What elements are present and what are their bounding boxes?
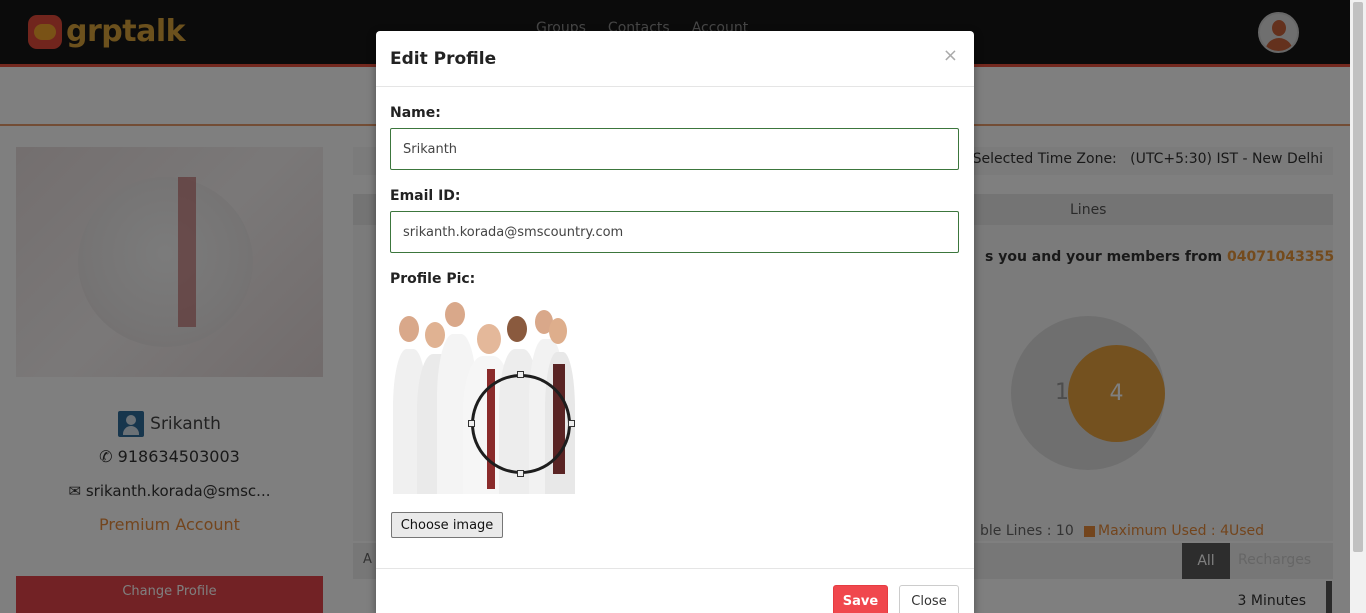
crop-handle-top[interactable] bbox=[517, 371, 524, 378]
choose-image-button[interactable]: Choose image bbox=[391, 512, 503, 538]
save-button[interactable]: Save bbox=[833, 585, 888, 613]
email-input[interactable] bbox=[390, 211, 959, 253]
profile-pic-cropper[interactable] bbox=[391, 294, 575, 494]
email-label: Email ID: bbox=[390, 188, 461, 204]
close-button[interactable]: Close bbox=[899, 585, 959, 613]
crop-handle-right[interactable] bbox=[568, 420, 575, 427]
scrollbar-thumb[interactable] bbox=[1353, 2, 1363, 552]
crop-circle[interactable] bbox=[471, 374, 571, 474]
page-scrollbar[interactable] bbox=[1350, 0, 1366, 613]
crop-handle-bottom[interactable] bbox=[517, 470, 524, 477]
modal-title: Edit Profile bbox=[390, 49, 497, 69]
modal-header: Edit Profile × bbox=[376, 31, 974, 87]
crop-handle-left[interactable] bbox=[468, 420, 475, 427]
profile-pic-label: Profile Pic: bbox=[390, 271, 476, 287]
name-input[interactable] bbox=[390, 128, 959, 170]
name-label: Name: bbox=[390, 105, 441, 121]
modal-footer-divider bbox=[376, 568, 974, 569]
close-icon[interactable]: × bbox=[943, 47, 958, 65]
edit-profile-modal: Edit Profile × Name: Email ID: Profile P… bbox=[376, 31, 974, 613]
